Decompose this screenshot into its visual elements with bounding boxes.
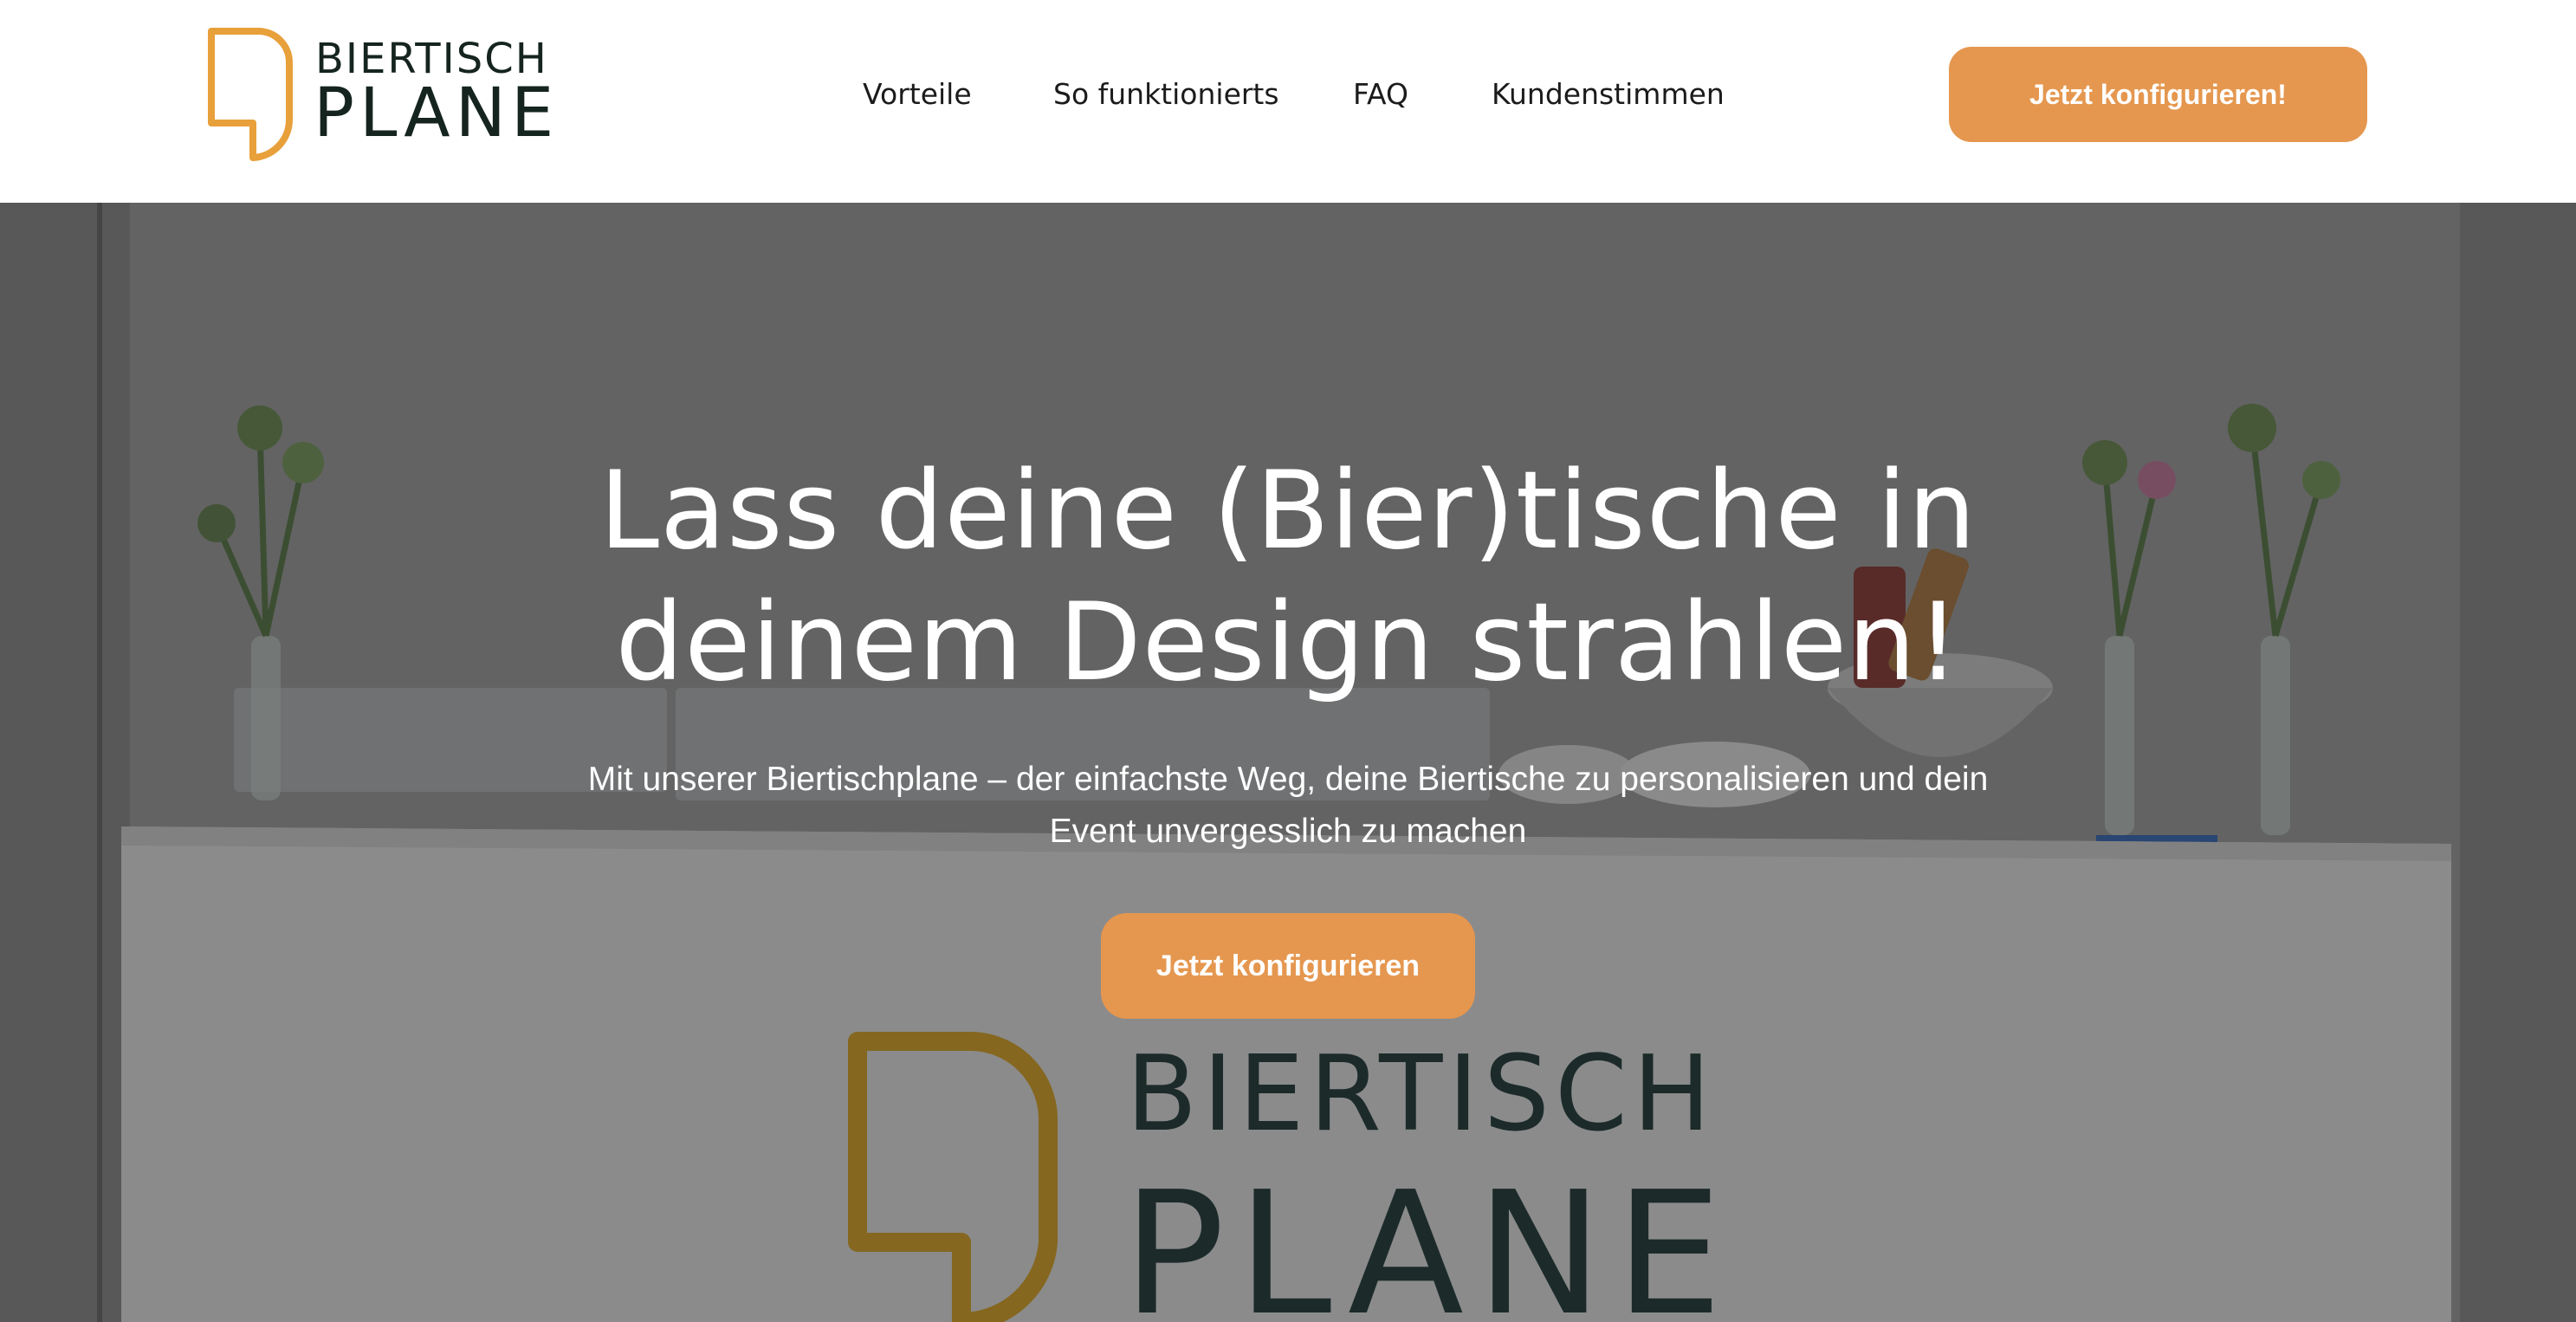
nav-link-vorteile[interactable]: Vorteile	[863, 73, 972, 116]
hero-section: BIERTISCH PLANE Lass deine (Bier)tische …	[0, 203, 2576, 1322]
header-configure-button[interactable]: Jetzt konfigurieren!	[1949, 47, 2367, 142]
nav-link-so-funktionierts[interactable]: So funktionierts	[1053, 73, 1279, 116]
biertisch-plane-logo-icon	[208, 28, 293, 161]
site-header: BIERTISCH PLANE Vorteile So funktioniert…	[0, 0, 2576, 203]
nav-link-faq[interactable]: FAQ	[1353, 73, 1408, 116]
hero-configure-button[interactable]: Jetzt konfigurieren	[1101, 913, 1475, 1019]
nav-link-kundenstimmen[interactable]: Kundenstimmen	[1492, 73, 1725, 116]
hero-subtitle: Mit unserer Biertischplane – der einfach…	[587, 761, 1989, 850]
banner-logo-text-plane: PLANE	[1123, 1156, 1735, 1322]
banner-logo-text-biertisch: BIERTISCH	[1126, 1034, 1717, 1155]
hero-title: Lass deine (Bier)tische in deinem Design…	[599, 449, 1977, 705]
site-logo[interactable]: BIERTISCH PLANE	[208, 28, 554, 161]
logo-text-plane: PLANE	[314, 75, 560, 152]
